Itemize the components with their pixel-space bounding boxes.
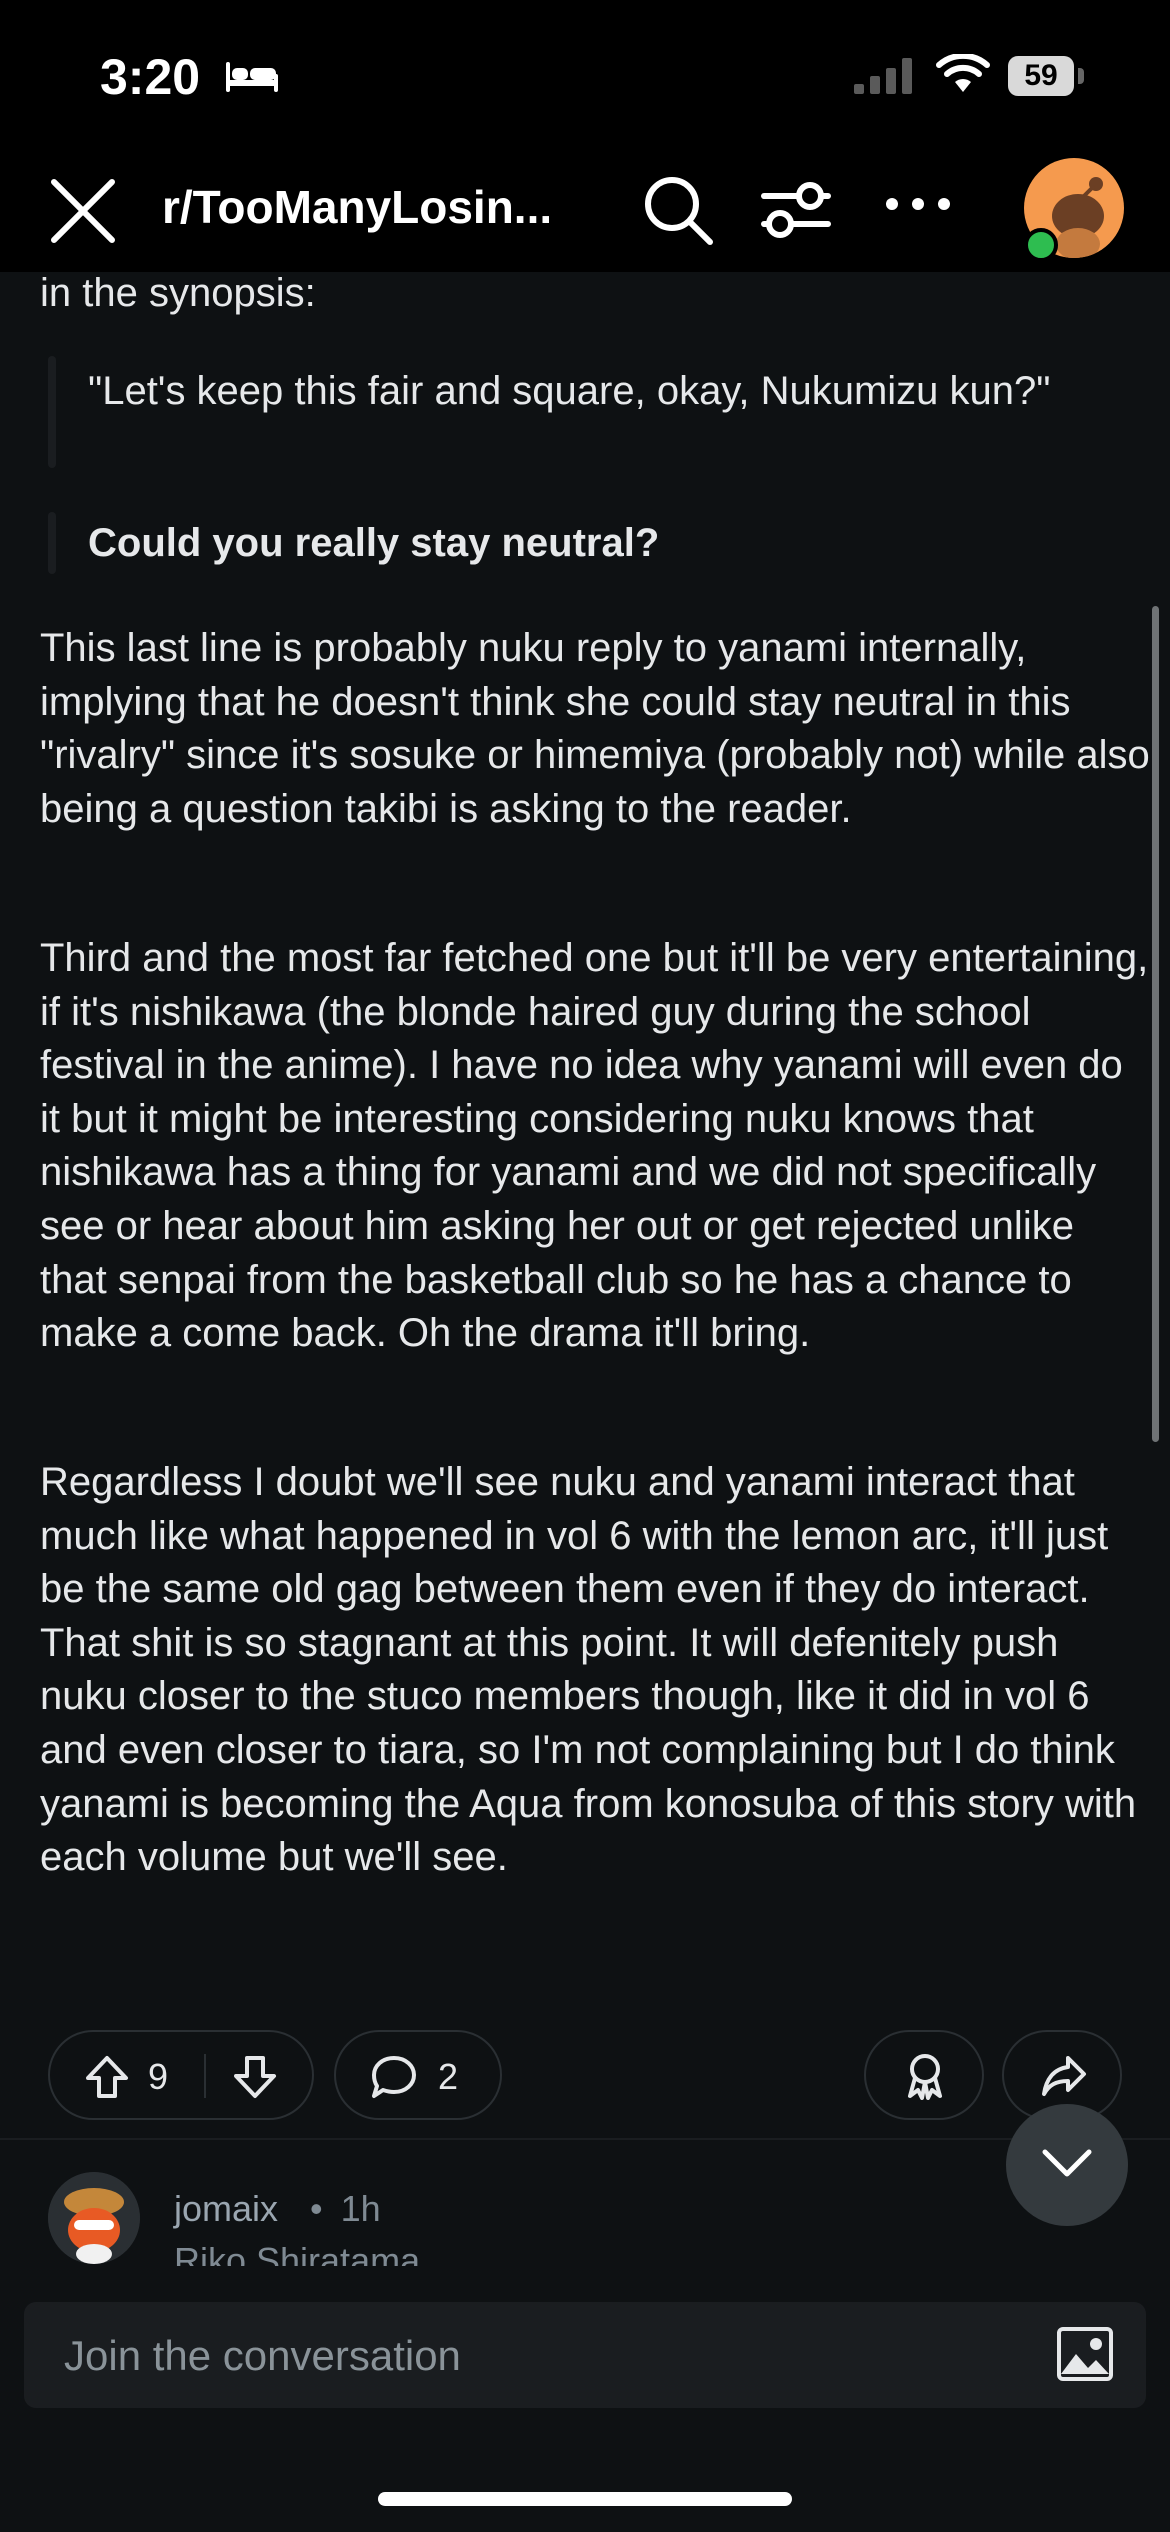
comment-username[interactable]: jomaix (174, 2188, 278, 2230)
downvote-icon[interactable] (232, 2054, 278, 2100)
comment-icon (372, 2056, 416, 2098)
home-indicator[interactable] (378, 2492, 792, 2506)
vote-pill: 9 (48, 2030, 314, 2120)
scrollbar[interactable] (1152, 606, 1159, 1442)
vote-count: 9 (148, 2056, 169, 2097)
more-options-icon[interactable] (880, 174, 956, 234)
wifi-icon (936, 54, 990, 92)
quote-bar (48, 512, 56, 574)
commenter-avatar[interactable] (48, 2172, 140, 2264)
meta-separator: • (310, 2188, 323, 2229)
reply-button[interactable]: 2 (334, 2030, 502, 2120)
upvote-icon[interactable] (84, 2054, 130, 2100)
home-indicator-area (0, 2426, 1170, 2532)
online-status-dot (1024, 228, 1058, 262)
paragraph: Regardless I doubt we'll see nuku and ya… (40, 1460, 1137, 1880)
paragraph: This last line is probably nuku reply to… (40, 626, 1150, 831)
comment-age: • 1h (310, 2188, 381, 2230)
paragraph: Third and the most far fetched one but i… (40, 936, 1149, 1356)
comment-content: in the synopsis: "Let's keep this fair a… (0, 272, 1170, 2140)
compose-bar: Join the conversation (0, 2266, 1170, 2426)
battery-indicator: 59 (1008, 56, 1074, 96)
award-icon (908, 2054, 942, 2100)
quote-text-bold: Could you really stay neutral? (88, 521, 660, 565)
comment-count: 2 (438, 2056, 459, 2097)
jump-to-next-button[interactable] (1006, 2104, 1128, 2226)
image-attach-icon[interactable] (1056, 2326, 1114, 2382)
compose-placeholder: Join the conversation (64, 2332, 461, 2379)
quote-text: "Let's keep this fair and square, okay, … (88, 369, 1051, 413)
close-icon[interactable] (48, 176, 118, 246)
quote-bar (48, 356, 56, 468)
status-time: 3:20 (100, 49, 201, 105)
snoo-avatar-icon (48, 2172, 140, 2264)
user-flair: Riko Shiratama (174, 2240, 421, 2266)
vote-divider (204, 2054, 206, 2098)
partial-text-line: in the synopsis: (40, 272, 316, 315)
next-comment[interactable]: jomaix • 1h Riko Shiratama (0, 2140, 1170, 2266)
share-icon (1042, 2056, 1086, 2096)
chevron-down-icon (1042, 2149, 1092, 2177)
comment-age-value: 1h (340, 2188, 381, 2229)
search-icon[interactable] (640, 172, 716, 248)
join-conversation-input[interactable]: Join the conversation (24, 2302, 1146, 2408)
sleep-mode-icon (226, 62, 278, 92)
cellular-signal-icon (854, 58, 912, 94)
status-bar: 3:20 59 (0, 0, 1170, 150)
subreddit-title[interactable]: r/TooManyLosin... (162, 180, 602, 234)
filter-icon[interactable] (758, 174, 834, 244)
top-nav-bar: r/TooManyLosin... (0, 150, 1170, 272)
award-button[interactable] (864, 2030, 984, 2120)
battery-tip (1078, 68, 1084, 84)
